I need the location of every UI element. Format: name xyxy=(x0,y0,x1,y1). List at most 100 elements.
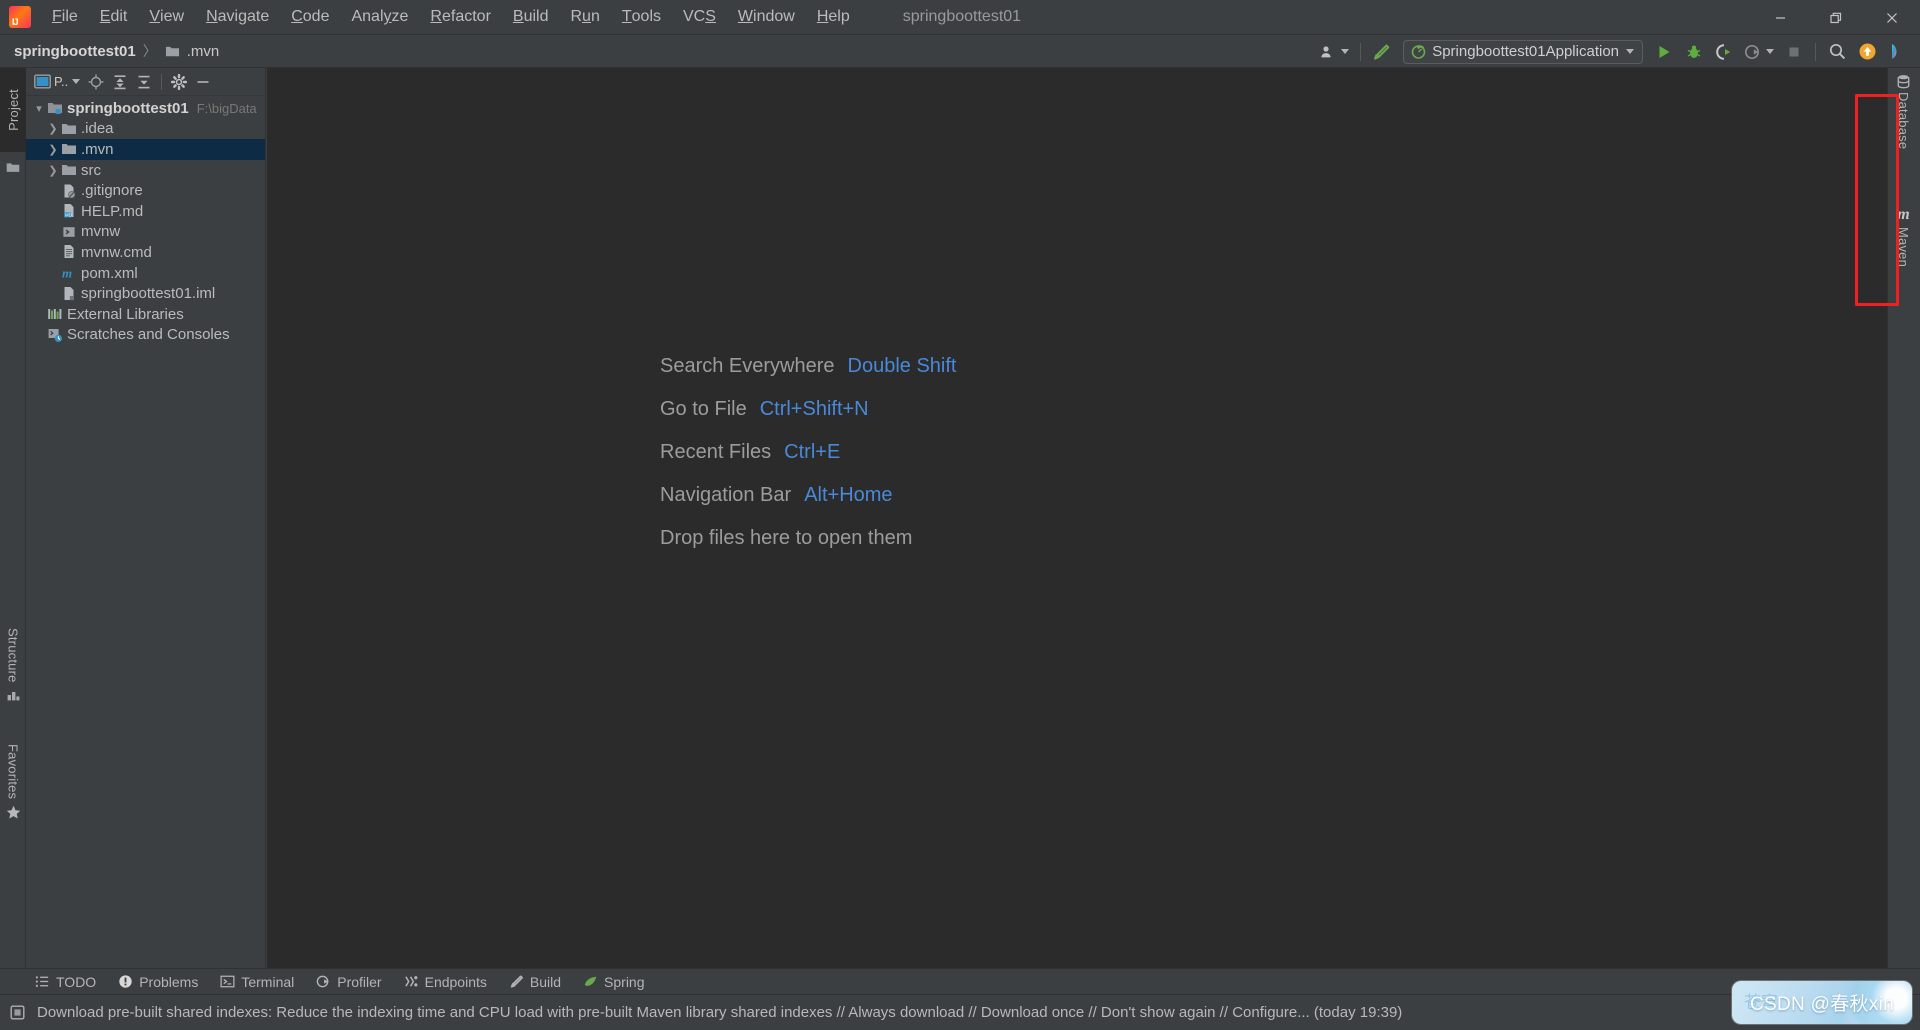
sidebar-item-database[interactable]: Database xyxy=(1887,74,1920,174)
menu-item-refactor[interactable]: Refactor xyxy=(419,0,501,34)
sidebar-item-favorites[interactable]: Favorites xyxy=(0,744,26,846)
select-opened-file-button[interactable] xyxy=(84,70,108,94)
tree-row[interactable]: External Libraries xyxy=(26,304,265,325)
menu-item-help[interactable]: Help xyxy=(806,0,861,34)
updates-button[interactable] xyxy=(1854,39,1880,65)
tree-row[interactable]: mvnw xyxy=(26,222,265,243)
tree-row[interactable]: .gitignore xyxy=(26,180,265,201)
chevron-down-icon xyxy=(72,79,81,84)
tree-item-label: HELP.md xyxy=(81,202,144,220)
menu-item-code[interactable]: Code xyxy=(280,0,340,34)
chevron-right-icon[interactable]: ❯ xyxy=(46,143,60,156)
csdn-watermark: 苍穹 CSDN @春秋xin xyxy=(1732,981,1912,1024)
tree-item-icon xyxy=(60,286,78,302)
editor-empty-area[interactable]: Search Everywhere Double Shift Go to File C… xyxy=(267,68,1887,975)
menu-item-edit[interactable]: Edit xyxy=(89,0,139,34)
sidebar-item-maven[interactable]: m Maven xyxy=(1887,206,1920,296)
status-message[interactable]: Download pre-built shared indexes: Reduc… xyxy=(37,1004,1402,1021)
gradient-feature-icon xyxy=(1891,44,1896,59)
minimize-button[interactable] xyxy=(1752,0,1808,35)
panel-settings-button[interactable] xyxy=(167,70,191,94)
menu-item-analyze[interactable]: Anal y ze xyxy=(340,0,419,34)
spring-boot-icon xyxy=(1411,45,1426,59)
tree-item-icon xyxy=(60,224,78,240)
menu-item-tools[interactable]: Tools xyxy=(611,0,672,34)
profiler-icon xyxy=(1744,44,1760,59)
menu-item-run[interactable]: Run xyxy=(559,0,610,34)
gitignore-file-icon xyxy=(64,184,76,198)
project-view-selector[interactable]: P.. xyxy=(30,70,84,94)
svg-text:MD: MD xyxy=(65,213,72,218)
chevron-right-icon[interactable]: ❯ xyxy=(46,122,60,135)
tree-row[interactable]: mvnw.cmd xyxy=(26,242,265,263)
tree-item-icon xyxy=(60,162,78,178)
debug-bug-icon xyxy=(1687,45,1701,58)
account-button[interactable] xyxy=(1317,39,1352,65)
close-button[interactable] xyxy=(1864,0,1920,35)
project-view-icon xyxy=(34,74,51,89)
breadcrumb-separator: 〉 xyxy=(142,43,157,59)
tree-row[interactable]: m pom.xml xyxy=(26,263,265,284)
run-configuration-selector[interactable]: Springboottest01Application xyxy=(1403,39,1643,64)
expand-all-icon xyxy=(114,74,126,89)
editor-hint: Recent Files Ctrl+E xyxy=(660,441,957,464)
bottom-tool-stripe: TODO Problems Terminal Profiler Endpoints Bui… xyxy=(0,968,1920,994)
tree-row[interactable]: Scratches and Consoles xyxy=(26,325,265,346)
tree-item-label: pom.xml xyxy=(81,264,138,282)
restore-button[interactable] xyxy=(1808,0,1864,35)
target-icon xyxy=(88,74,104,89)
close-icon xyxy=(1887,12,1897,23)
collapse-all-button[interactable] xyxy=(132,70,156,94)
shell-script-icon xyxy=(63,227,75,237)
sidebar-item-structure[interactable]: Structure xyxy=(0,628,26,728)
minimize-icon xyxy=(1775,17,1785,19)
tool-window-button-terminal[interactable]: Terminal xyxy=(211,971,303,993)
tool-window-button-spring[interactable]: Spring xyxy=(574,971,653,993)
chevron-down-icon[interactable]: ▾ xyxy=(32,102,46,115)
tool-window-button-todo[interactable]: TODO xyxy=(26,971,105,993)
tree-row[interactable]: ❯ .mvn xyxy=(26,139,265,160)
menu-item-vcs[interactable]: VC S xyxy=(672,0,727,34)
expand-all-button[interactable] xyxy=(108,70,132,94)
tree-row[interactable]: ❯ src xyxy=(26,160,265,181)
project-tree[interactable]: ▾ springboottest01 F:\bigData ❯ .idea ❯ .mvn ❯ s… xyxy=(26,96,265,975)
search-everywhere-button[interactable] xyxy=(1824,39,1850,65)
breadcrumb-item-springboottest01[interactable]: springboottest01 xyxy=(14,43,136,60)
run-with-coverage-button[interactable] xyxy=(1711,39,1737,65)
breadcrumb-item-mvn[interactable]: .mvn xyxy=(164,43,219,60)
stop-button[interactable] xyxy=(1781,39,1807,65)
menu-bar: File Edit View Navigate Code Anal y ze Refactor B… xyxy=(41,0,861,34)
tool-window-button-problems[interactable]: Problems xyxy=(109,971,207,993)
tool-window-button-profiler[interactable]: Profiler xyxy=(307,971,390,993)
ide-feature-button[interactable] xyxy=(1884,39,1910,65)
menu-item-file[interactable]: File xyxy=(41,0,89,34)
sidebar-item-label: Structure xyxy=(5,628,21,683)
menu-item-view[interactable]: View xyxy=(138,0,195,34)
chevron-right-icon[interactable]: ❯ xyxy=(46,164,60,177)
tree-row[interactable]: ❯ .idea xyxy=(26,119,265,140)
tool-window-button-build[interactable]: Build xyxy=(500,971,570,993)
menu-item-build[interactable]: Build xyxy=(502,0,560,34)
run-button[interactable] xyxy=(1651,39,1677,65)
hide-panel-button[interactable] xyxy=(191,70,215,94)
svg-text:m: m xyxy=(62,266,72,281)
sidebar-item-label: Project xyxy=(5,89,21,131)
tree-row[interactable]: MD HELP.md xyxy=(26,201,265,222)
sidebar-item-project[interactable]: Project xyxy=(0,68,26,152)
editor-hint: Go to File Ctrl+Shift+N xyxy=(660,398,957,421)
build-hammer-icon xyxy=(509,974,524,989)
tree-row[interactable]: springboottest01.iml xyxy=(26,283,265,304)
debug-button[interactable] xyxy=(1681,39,1707,65)
tree-row[interactable]: ▾ springboottest01 F:\bigData xyxy=(26,98,265,119)
sidebar-item-folder[interactable] xyxy=(0,154,26,180)
menu-item-navigate[interactable]: Navigate xyxy=(195,0,280,34)
menu-item-window[interactable]: Window xyxy=(727,0,806,34)
editor-hint: Search Everywhere Double Shift xyxy=(660,355,957,378)
profiler-button[interactable] xyxy=(1741,39,1777,65)
hint-action-label: Go to File xyxy=(660,398,747,420)
build-project-button[interactable] xyxy=(1369,39,1395,65)
tree-item-label: src xyxy=(81,161,101,179)
tool-window-button-endpoints[interactable]: Endpoints xyxy=(395,971,496,993)
structure-icon xyxy=(7,691,19,700)
folder-icon xyxy=(165,46,179,56)
